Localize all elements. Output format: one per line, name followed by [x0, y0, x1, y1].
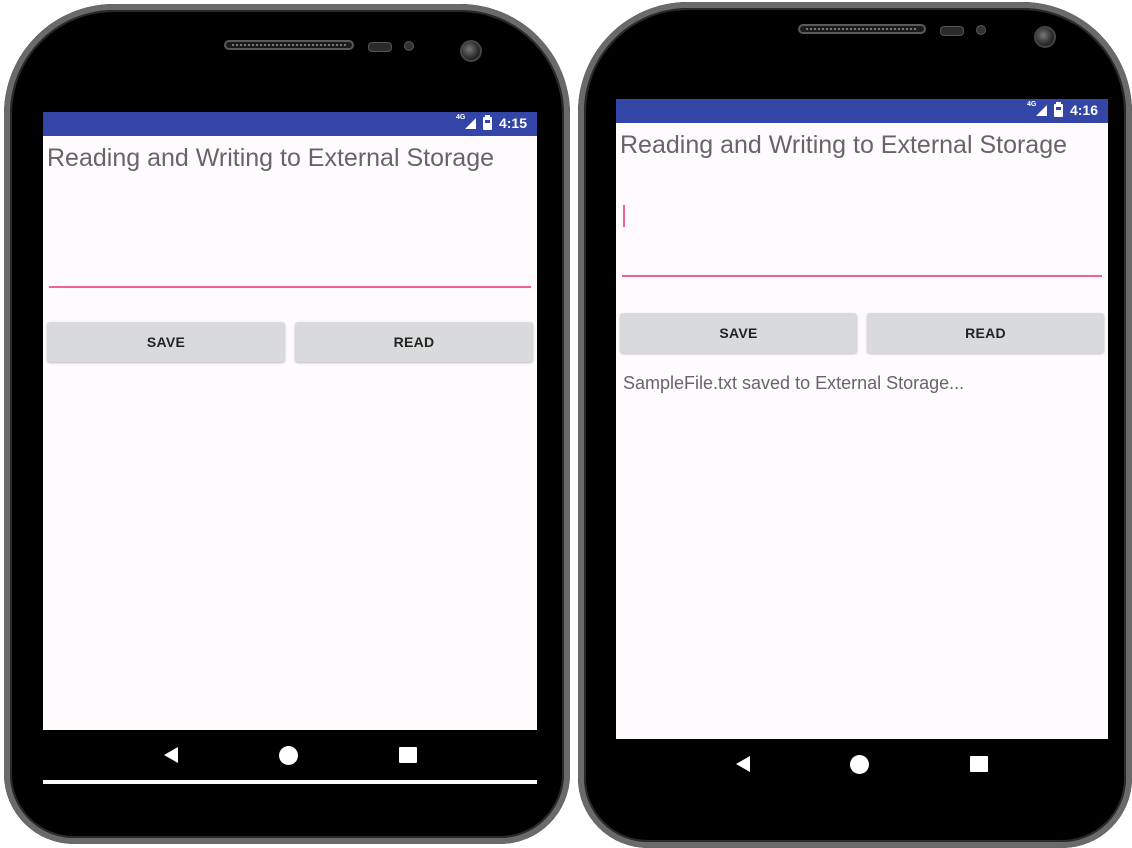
- save-button[interactable]: SAVE: [620, 313, 857, 353]
- status-bar: 4G 4:16: [616, 99, 1108, 123]
- navigation-bar: [616, 739, 1108, 789]
- app-title: Reading and Writing to External Storage: [47, 144, 495, 172]
- status-bar: 4G 4:15: [43, 112, 537, 136]
- battery-icon: [1053, 101, 1063, 117]
- notification-light: [404, 41, 414, 51]
- status-time: 4:15: [498, 115, 527, 131]
- app-title: Reading and Writing to External Storage: [620, 131, 1068, 159]
- save-button[interactable]: SAVE: [47, 322, 285, 362]
- signal-icon: 4G: [456, 114, 476, 130]
- screen: 4G 4:16 Reading and Writing to External …: [616, 99, 1108, 739]
- recents-icon[interactable]: [398, 747, 417, 763]
- button-row: SAVE READ: [47, 322, 533, 362]
- text-cursor: [623, 205, 625, 227]
- back-icon[interactable]: [736, 756, 751, 772]
- navigation-bar: [43, 730, 537, 780]
- input-underline: [49, 286, 531, 288]
- input-underline: [622, 275, 1102, 277]
- read-button[interactable]: READ: [867, 313, 1104, 353]
- speaker-grille: [224, 40, 354, 50]
- notification-light: [976, 25, 986, 35]
- screen: 4G 4:15 Reading and Writing to External …: [43, 112, 537, 784]
- read-button[interactable]: READ: [295, 322, 533, 362]
- front-camera: [460, 40, 482, 62]
- recents-icon[interactable]: [969, 756, 988, 772]
- phone-right: 4G 4:16 Reading and Writing to External …: [578, 2, 1132, 848]
- signal-icon: 4G: [1027, 101, 1047, 117]
- battery-icon: [482, 114, 492, 130]
- home-icon[interactable]: [850, 754, 870, 774]
- speaker-grille: [798, 24, 926, 34]
- front-camera: [1034, 26, 1056, 48]
- status-message: SampleFile.txt saved to External Storage…: [623, 373, 965, 393]
- phone-left: 4G 4:15 Reading and Writing to External …: [4, 4, 570, 844]
- button-row: SAVE READ: [620, 313, 1104, 353]
- status-time: 4:16: [1069, 102, 1098, 118]
- home-icon[interactable]: [278, 745, 298, 765]
- proximity-sensor: [368, 42, 392, 52]
- back-icon[interactable]: [163, 747, 178, 763]
- text-input[interactable]: [49, 208, 531, 288]
- text-input[interactable]: [622, 197, 1102, 277]
- proximity-sensor: [940, 26, 964, 36]
